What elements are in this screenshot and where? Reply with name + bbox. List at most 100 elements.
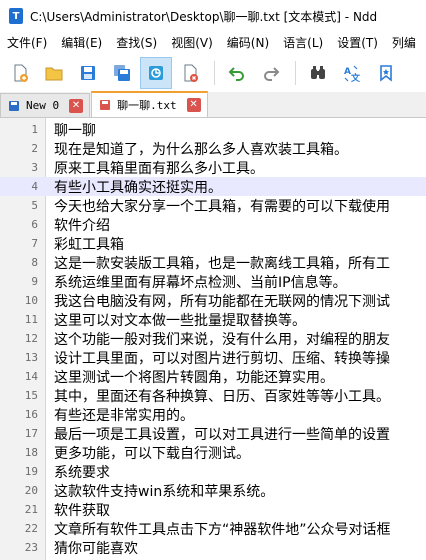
- menu-view[interactable]: 视图(V): [164, 32, 220, 54]
- save-icon: [9, 100, 19, 111]
- editor-line[interactable]: 11 这里可以对文本做一些批量提取替换等。: [0, 310, 426, 329]
- editor-line[interactable]: 10 我这台电脑没有网，所有功能都在无联网的情况下测试: [0, 291, 426, 310]
- line-number: 3: [31, 161, 38, 174]
- active-tool-button[interactable]: [140, 57, 172, 89]
- translate-button[interactable]: A文: [336, 57, 368, 89]
- new-file-button[interactable]: [4, 57, 36, 89]
- close-file-button[interactable]: [174, 57, 206, 89]
- redo-icon: [264, 67, 280, 81]
- line-number: 11: [24, 313, 38, 326]
- line-number: 10: [24, 294, 38, 307]
- line-text: 我这台电脑没有网，所有功能都在无联网的情况下测试: [54, 293, 390, 310]
- line-text: 彩虹工具箱: [54, 236, 124, 253]
- menu-encoding[interactable]: 编码(N): [220, 32, 276, 54]
- close-file-icon: [184, 64, 198, 82]
- line-number: 15: [24, 389, 38, 402]
- tab-new-0[interactable]: New 0 ✕: [0, 93, 91, 117]
- editor-line[interactable]: 19 系统要求: [0, 462, 426, 481]
- editor-line[interactable]: 7 彩虹工具箱: [0, 234, 426, 253]
- editor-line-current[interactable]: 4 有些小工具确实还挺实用。: [0, 177, 426, 196]
- toolbar: A文: [0, 54, 426, 92]
- tab-bar: New 0 ✕ 聊一聊.txt ✕: [0, 91, 426, 118]
- save-icon: [100, 100, 111, 110]
- line-number: 22: [24, 522, 38, 535]
- editor-line[interactable]: 23 猜你可能喜欢: [0, 538, 426, 557]
- line-number: 14: [24, 370, 38, 383]
- new-file-icon: [14, 64, 28, 82]
- editor-lines: 1 聊一聊 2 现在是知道了，为什么那么多人喜欢装工具箱。 3 原来工具箱里面有那么多…: [0, 120, 426, 557]
- line-text: 这里可以对文本做一些批量提取替换等。: [54, 312, 306, 329]
- editor-line[interactable]: 20 这款软件支持win系统和苹果系统。: [0, 481, 426, 500]
- line-number: 21: [24, 503, 38, 516]
- close-icon[interactable]: ✕: [186, 98, 201, 112]
- menu-language[interactable]: 语言(L): [276, 32, 330, 54]
- menu-bar: 文件(F) 编辑(E) 查找(S) 视图(V) 编码(N) 语言(L) 设置(T…: [0, 32, 426, 54]
- line-number: 17: [24, 427, 38, 440]
- line-number: 20: [24, 484, 38, 497]
- window-title: C:\Users\Administrator\Desktop\聊一聊.txt […: [30, 9, 378, 24]
- line-number: 2: [31, 142, 38, 155]
- redo-button[interactable]: [255, 57, 287, 89]
- compare-button[interactable]: [302, 57, 334, 89]
- line-number: 13: [24, 351, 38, 364]
- editor-line[interactable]: 18 更多功能，可以下载自行测试。: [0, 443, 426, 462]
- save-all-button[interactable]: [106, 57, 138, 89]
- tab-label: New 0: [26, 99, 60, 112]
- menu-settings[interactable]: 设置(T): [330, 32, 385, 54]
- text-editor[interactable]: 1 聊一聊 2 现在是知道了，为什么那么多人喜欢装工具箱。 3 原来工具箱里面有那么多…: [0, 118, 426, 560]
- toolbar-separator: [295, 61, 296, 85]
- undo-button[interactable]: [221, 57, 253, 89]
- tab-chat-txt[interactable]: 聊一聊.txt ✕: [91, 91, 208, 117]
- editor-line[interactable]: 15 其中，里面还有各种换算、日历、百家姓等等小工具。: [0, 386, 426, 405]
- bookmark-button[interactable]: [370, 57, 402, 89]
- bookmark-icon: [380, 65, 392, 82]
- folder-icon: [45, 67, 63, 81]
- editor-line[interactable]: 9 系统运维里面有屏幕坏点检测、当前IP信息等。: [0, 272, 426, 291]
- svg-text:文: 文: [350, 72, 361, 83]
- menu-file[interactable]: 文件(F): [0, 32, 54, 54]
- editor-line[interactable]: 6 软件介绍: [0, 215, 426, 234]
- line-text: 更多功能，可以下载自行测试。: [54, 445, 250, 462]
- line-text: 原来工具箱里面有那么多小工具。: [54, 160, 264, 177]
- tab-label: 聊一聊.txt: [117, 99, 177, 112]
- editor-line[interactable]: 13 设计工具里面，可以对图片进行剪切、压缩、转换等操: [0, 348, 426, 367]
- menu-column-edit[interactable]: 列编: [385, 32, 423, 54]
- editor-line[interactable]: 3 原来工具箱里面有那么多小工具。: [0, 158, 426, 177]
- line-text: 这是一款安装版工具箱，也是一款离线工具箱，所有工: [54, 255, 390, 272]
- editor-line[interactable]: 16 有些还是非常实用的。: [0, 405, 426, 424]
- line-number: 18: [24, 446, 38, 459]
- line-text: 现在是知道了，为什么那么多人喜欢装工具箱。: [54, 141, 348, 158]
- app-icon: T: [9, 8, 23, 24]
- editor-line[interactable]: 17 最后一项是工具设置，可以对工具进行一些简单的设置: [0, 424, 426, 443]
- line-text: 软件介绍: [54, 217, 110, 234]
- title-bar: T C:\Users\Administrator\Desktop\聊一聊.txt…: [0, 0, 426, 32]
- editor-line[interactable]: 12 这个功能一般对我们来说，没有什么用，对编程的朋友: [0, 329, 426, 348]
- settings-circle-icon: [149, 66, 163, 80]
- save-icon: [81, 66, 95, 80]
- line-number: 5: [31, 199, 38, 212]
- close-icon[interactable]: ✕: [69, 98, 84, 113]
- line-number: 19: [24, 465, 38, 478]
- line-text: 猜你可能喜欢: [54, 540, 138, 557]
- editor-line[interactable]: 1 聊一聊: [0, 120, 426, 139]
- editor-line[interactable]: 22 文章所有软件工具点击下方“神器软件地”公众号对话框: [0, 519, 426, 538]
- line-number: 4: [0, 180, 46, 193]
- save-button[interactable]: [72, 57, 104, 89]
- menu-edit[interactable]: 编辑(E): [54, 32, 109, 54]
- editor-line[interactable]: 21 软件获取: [0, 500, 426, 519]
- editor-line[interactable]: 14 这里测试一个将图片转圆角，功能还算实用。: [0, 367, 426, 386]
- editor-line[interactable]: 8 这是一款安装版工具箱，也是一款离线工具箱，所有工: [0, 253, 426, 272]
- line-text: 软件获取: [54, 502, 110, 519]
- editor-line[interactable]: 5 今天也给大家分享一个工具箱，有需要的可以下载使用: [0, 196, 426, 215]
- line-text: 这里测试一个将图片转圆角，功能还算实用。: [54, 369, 334, 386]
- line-text: 这款软件支持win系统和苹果系统。: [54, 483, 275, 500]
- line-text: 设计工具里面，可以对图片进行剪切、压缩、转换等操: [54, 350, 390, 367]
- binoculars-icon: [311, 66, 325, 79]
- line-text: 其中，里面还有各种换算、日历、百家姓等等小工具。: [54, 388, 390, 405]
- open-file-button[interactable]: [38, 57, 70, 89]
- editor-line[interactable]: 2 现在是知道了，为什么那么多人喜欢装工具箱。: [0, 139, 426, 158]
- line-number: 16: [24, 408, 38, 421]
- line-number: 1: [31, 123, 38, 136]
- menu-search[interactable]: 查找(S): [109, 32, 164, 54]
- line-text: 这个功能一般对我们来说，没有什么用，对编程的朋友: [54, 331, 390, 348]
